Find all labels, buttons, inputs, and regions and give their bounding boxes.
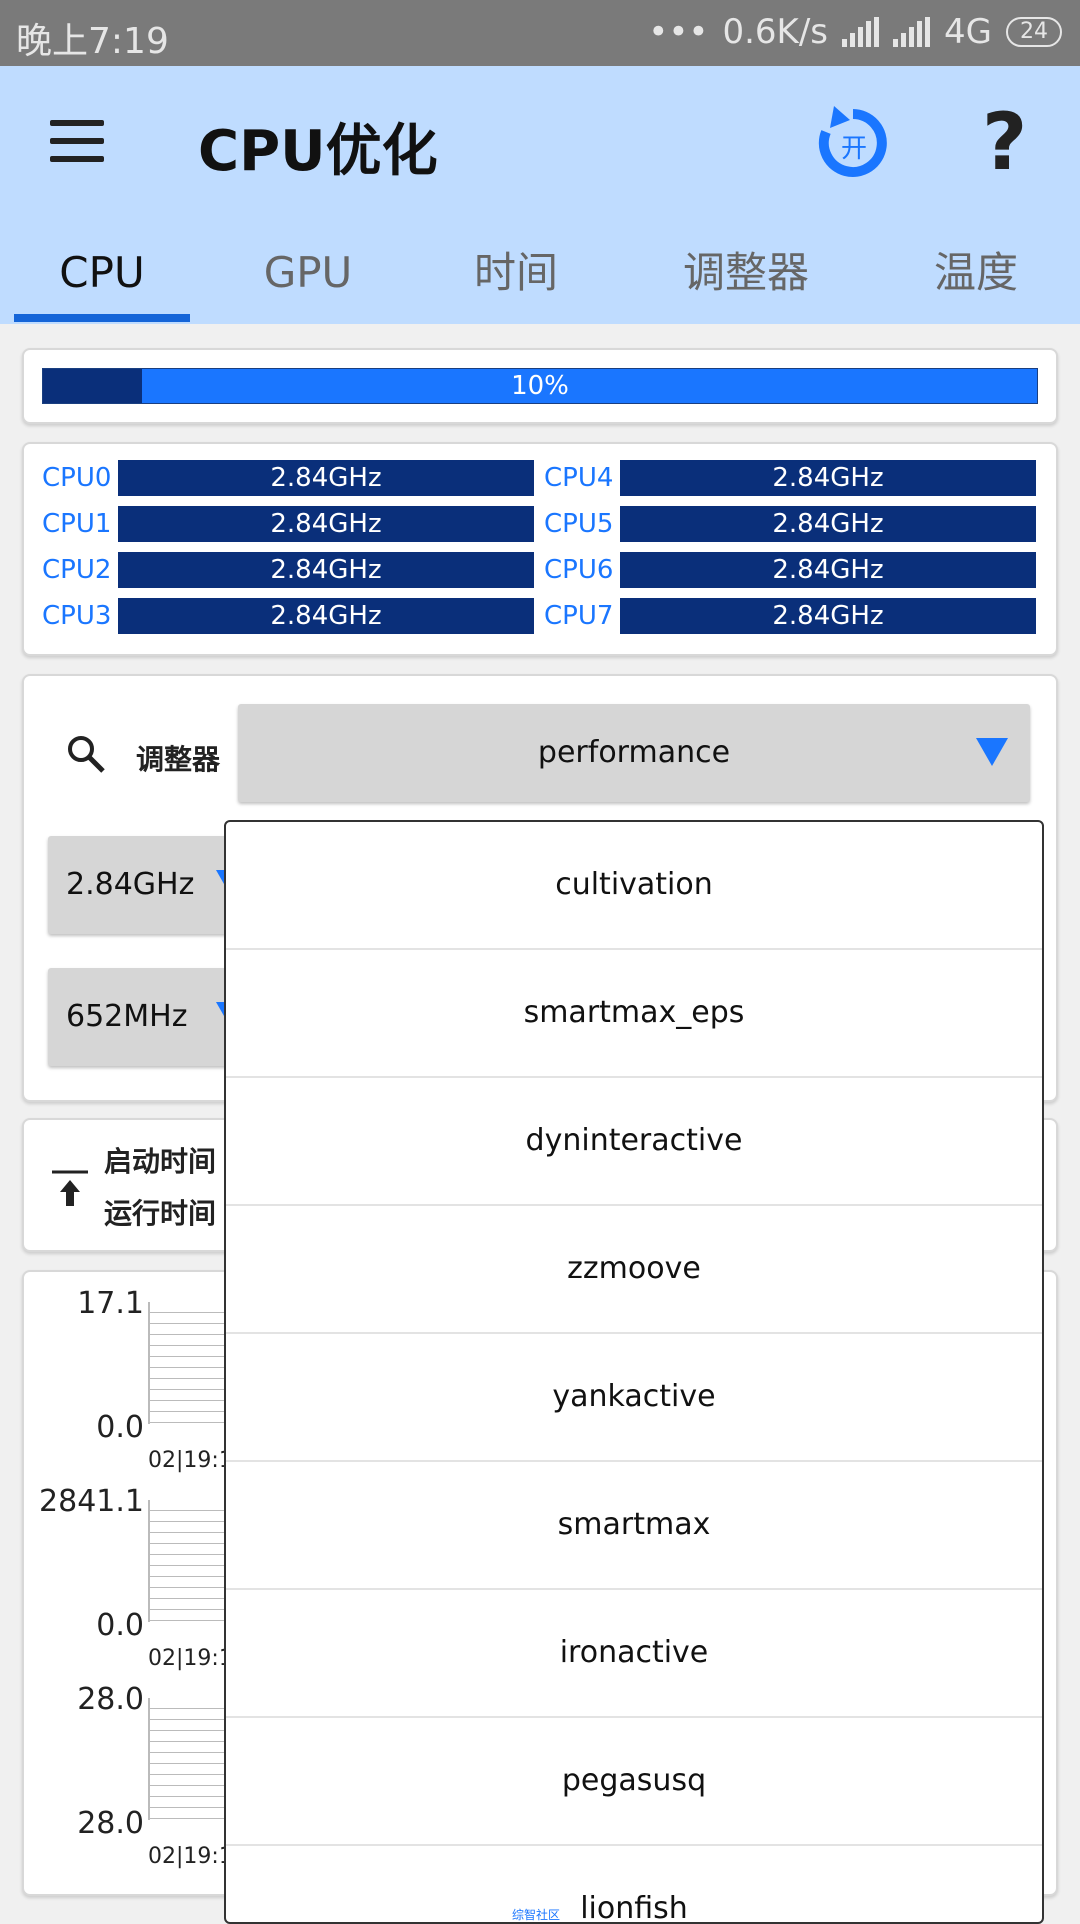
dropdown-option[interactable]: smartmax_eps (226, 950, 1042, 1078)
cpu-load-bar: 10% (42, 368, 1038, 404)
battery-icon: 24 (1006, 17, 1062, 47)
cpu-freq-bar: 2.84GHz (620, 460, 1036, 496)
search-icon (68, 736, 105, 773)
cpu-freq-bar: 2.84GHz (620, 552, 1036, 588)
tab-governor[interactable]: 调整器 (656, 238, 836, 324)
tab-bar: CPU GPU 时间 调整器 温度 (0, 238, 1080, 324)
refresh-icon[interactable]: 开 (812, 102, 894, 184)
governor-select[interactable]: performance (238, 704, 1030, 802)
graph-y-min: 28.0 (77, 1806, 144, 1841)
dropdown-option[interactable]: zzmoove (226, 1206, 1042, 1334)
dropdown-option[interactable]: ironactive (226, 1590, 1042, 1718)
tab-temperature[interactable]: 温度 (888, 238, 1064, 324)
more-dots-icon: ••• (648, 12, 709, 52)
help-icon[interactable]: ? (982, 98, 1027, 188)
graph-y-min: 0.0 (96, 1410, 144, 1445)
tab-time[interactable]: 时间 (428, 238, 604, 324)
cpu-label: CPU6 (544, 555, 614, 585)
watermark: 综智社区 (512, 1908, 561, 1922)
graph-grid (148, 1302, 230, 1424)
cpu-freq-bar: 2.84GHz (620, 506, 1036, 542)
page-title: CPU优化 (198, 119, 438, 184)
dropdown-option[interactable]: dyninteractive (226, 1078, 1042, 1206)
graph-grid (148, 1500, 230, 1622)
dropdown-option[interactable]: cultivation (226, 822, 1042, 950)
dropdown-option[interactable]: smartmax (226, 1462, 1042, 1590)
upload-icon (52, 1170, 88, 1206)
status-bar: 晚上7:19 ••• 0.6K/s 4G 24 (0, 0, 1080, 66)
governor-label: 调整器 (136, 743, 221, 776)
chevron-down-icon (976, 738, 1008, 766)
tab-indicator (14, 314, 190, 322)
cpu-label: CPU4 (544, 463, 614, 493)
app-bar: CPU优化 开 ? CPU GPU 时间 调整器 温度 (0, 66, 1080, 324)
graph-x-label: 02|19:1 (148, 1448, 233, 1473)
cpu-freq-bar: 2.84GHz (118, 598, 534, 634)
network-speed: 0.6K/s (722, 12, 829, 52)
status-right: ••• 0.6K/s 4G 24 (648, 12, 1062, 52)
graph-y-max: 2841.1 (39, 1484, 144, 1519)
graph-grid (148, 1698, 230, 1820)
network-type: 4G (944, 12, 992, 52)
cpu-label: CPU5 (544, 509, 614, 539)
governor-selected-value: performance (537, 735, 731, 770)
tab-cpu[interactable]: CPU (14, 238, 190, 324)
governor-dropdown: cultivation smartmax_eps dyninteractive … (224, 820, 1044, 1924)
cpu-freq-card: CPU0 2.84GHz CPU1 2.84GHz CPU2 2.84GHz C… (22, 442, 1058, 656)
cpu-load-card: 10% (22, 348, 1058, 424)
cpu-label: CPU0 (42, 463, 112, 493)
menu-icon[interactable] (50, 120, 104, 164)
graph-y-max: 28.0 (77, 1682, 144, 1717)
cpu-label: CPU1 (42, 509, 112, 539)
cpu-freq-bar: 2.84GHz (118, 552, 534, 588)
graph-x-label: 02|19:1 (148, 1844, 233, 1869)
status-time: 晚上7:19 (16, 21, 169, 62)
max-freq-select[interactable]: 2.84GHz (48, 836, 248, 934)
signal-icon (842, 17, 880, 47)
cpu-load-label: 10% (511, 371, 569, 401)
cpu-freq-bar: 2.84GHz (620, 598, 1036, 634)
cpu-label: CPU3 (42, 601, 112, 631)
graph-y-min: 0.0 (96, 1608, 144, 1643)
cpu-label: CPU7 (544, 601, 614, 631)
cpu-freq-bar: 2.84GHz (118, 506, 534, 542)
graph-x-label: 02|19:1 (148, 1646, 233, 1671)
graph-y-max: 17.1 (77, 1286, 144, 1321)
dropdown-option[interactable]: pegasusq (226, 1718, 1042, 1846)
boot-time-label: 启动时间 (104, 1145, 217, 1178)
tab-gpu[interactable]: GPU (220, 238, 396, 324)
cpu-freq-bar: 2.84GHz (118, 460, 534, 496)
dropdown-option[interactable]: lionfish (226, 1846, 1042, 1922)
run-time-label: 运行时间 (104, 1197, 217, 1230)
min-freq-select[interactable]: 652MHz (48, 968, 248, 1066)
cpu-label: CPU2 (42, 555, 112, 585)
signal-icon-2 (893, 17, 931, 47)
dropdown-option[interactable]: yankactive (226, 1334, 1042, 1462)
refresh-badge: 开 (841, 134, 867, 164)
